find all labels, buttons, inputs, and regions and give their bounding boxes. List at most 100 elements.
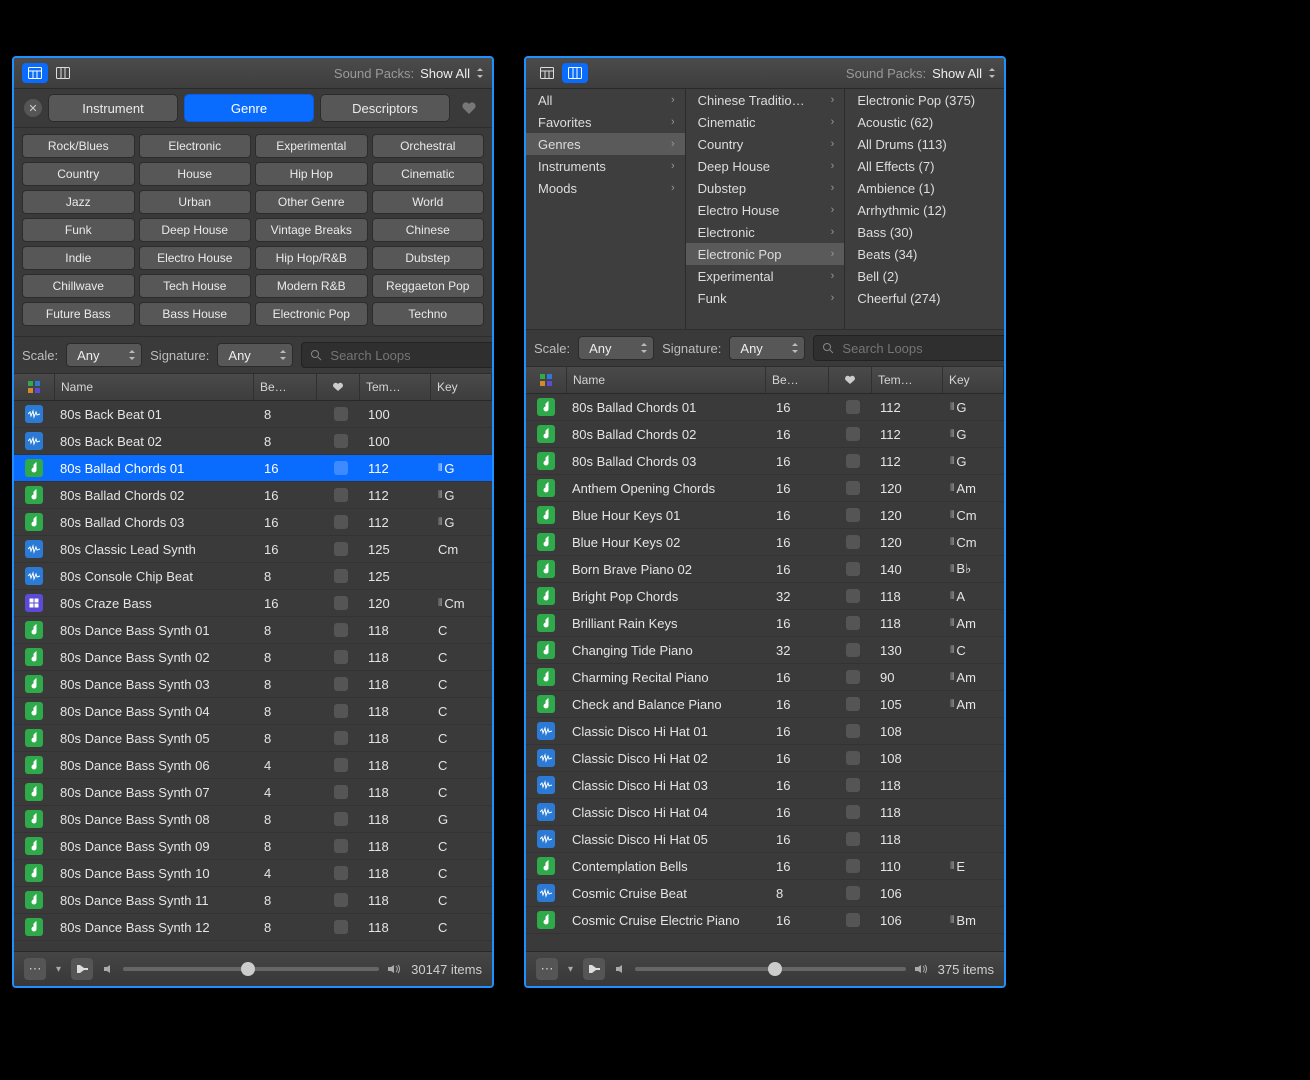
- column-item[interactable]: Acoustic (62): [845, 111, 1004, 133]
- column-item[interactable]: All›: [526, 89, 685, 111]
- col-fav[interactable]: [829, 367, 872, 393]
- favorite-checkbox[interactable]: [334, 758, 348, 772]
- loop-actions-menu[interactable]: ⋯: [24, 958, 46, 980]
- loop-row[interactable]: 80s Dance Bass Synth 074118C: [14, 779, 492, 806]
- favorite-checkbox[interactable]: [334, 920, 348, 934]
- column-item[interactable]: Funk›: [686, 287, 845, 309]
- column-item[interactable]: Electro House›: [686, 199, 845, 221]
- column-item[interactable]: Deep House›: [686, 155, 845, 177]
- favorite-checkbox[interactable]: [846, 670, 860, 684]
- column-item[interactable]: All Effects (7): [845, 155, 1004, 177]
- keyword-button[interactable]: Dubstep: [372, 246, 485, 270]
- col-tempo[interactable]: Tem…: [872, 367, 943, 393]
- preview-play-button[interactable]: [71, 958, 93, 980]
- search-field[interactable]: [813, 335, 1006, 361]
- favorite-checkbox[interactable]: [334, 434, 348, 448]
- column-item[interactable]: Electronic Pop›: [686, 243, 845, 265]
- category-column[interactable]: All›Favorites›Genres›Instruments›Moods›: [526, 89, 686, 329]
- keyword-button[interactable]: Future Bass: [22, 302, 135, 326]
- favorite-checkbox[interactable]: [334, 785, 348, 799]
- column-item[interactable]: Favorites›: [526, 111, 685, 133]
- search-input[interactable]: [840, 340, 1006, 357]
- keyword-button[interactable]: Modern R&B: [255, 274, 368, 298]
- loop-row[interactable]: 80s Dance Bass Synth 048118C: [14, 698, 492, 725]
- favorite-checkbox[interactable]: [846, 724, 860, 738]
- button-view-toggle[interactable]: [22, 63, 48, 83]
- keyword-button[interactable]: Other Genre: [255, 190, 368, 214]
- favorite-checkbox[interactable]: [334, 623, 348, 637]
- signature-dropdown[interactable]: Any: [729, 336, 805, 360]
- volume-knob[interactable]: [768, 962, 782, 976]
- favorite-checkbox[interactable]: [846, 778, 860, 792]
- keyword-button[interactable]: Chillwave: [22, 274, 135, 298]
- column-item[interactable]: Electronic›: [686, 221, 845, 243]
- loop-row[interactable]: Classic Disco Hi Hat 0416118: [526, 799, 1004, 826]
- loop-row[interactable]: Classic Disco Hi Hat 0216108: [526, 745, 1004, 772]
- loop-row[interactable]: 80s Dance Bass Synth 038118C: [14, 671, 492, 698]
- favorite-checkbox[interactable]: [334, 407, 348, 421]
- column-item[interactable]: Electronic Pop (375): [845, 89, 1004, 111]
- column-item[interactable]: Dubstep›: [686, 177, 845, 199]
- results-list[interactable]: 80s Back Beat 01810080s Back Beat 028100…: [14, 401, 492, 951]
- loop-row[interactable]: Cosmic Cruise Beat8106: [526, 880, 1004, 907]
- column-item[interactable]: Bass (30): [845, 221, 1004, 243]
- loop-row[interactable]: Classic Disco Hi Hat 0316118: [526, 772, 1004, 799]
- loop-row[interactable]: Charming Recital Piano1690⦀Am: [526, 664, 1004, 691]
- keyword-button[interactable]: Tech House: [139, 274, 252, 298]
- loop-row[interactable]: 80s Ballad Chords 0216112⦀G: [14, 482, 492, 509]
- keyword-button[interactable]: Techno: [372, 302, 485, 326]
- favorite-checkbox[interactable]: [846, 832, 860, 846]
- search-field[interactable]: [301, 342, 494, 368]
- column-item[interactable]: Bell (2): [845, 265, 1004, 287]
- col-name[interactable]: Name: [567, 367, 766, 393]
- keyword-button[interactable]: Electronic Pop: [255, 302, 368, 326]
- loop-row[interactable]: 80s Dance Bass Synth 104118C: [14, 860, 492, 887]
- favorite-checkbox[interactable]: [334, 488, 348, 502]
- loop-row[interactable]: 80s Dance Bass Synth 058118C: [14, 725, 492, 752]
- favorite-checkbox[interactable]: [846, 589, 860, 603]
- favorite-checkbox[interactable]: [334, 866, 348, 880]
- tab-descriptors[interactable]: Descriptors: [320, 94, 450, 122]
- loop-row[interactable]: 80s Dance Bass Synth 064118C: [14, 752, 492, 779]
- favorite-checkbox[interactable]: [846, 427, 860, 441]
- loop-row[interactable]: Blue Hour Keys 0116120⦀Cm: [526, 502, 1004, 529]
- favorite-checkbox[interactable]: [334, 812, 348, 826]
- keyword-button[interactable]: Indie: [22, 246, 135, 270]
- loop-row[interactable]: Bright Pop Chords32118⦀A: [526, 583, 1004, 610]
- favorite-checkbox[interactable]: [334, 461, 348, 475]
- keyword-button[interactable]: World: [372, 190, 485, 214]
- subcategory-column[interactable]: Chinese Traditio…›Cinematic›Country›Deep…: [686, 89, 846, 329]
- favorite-checkbox[interactable]: [334, 893, 348, 907]
- favorite-checkbox[interactable]: [334, 542, 348, 556]
- favorite-checkbox[interactable]: [334, 596, 348, 610]
- column-item[interactable]: Moods›: [526, 177, 685, 199]
- favorites-filter[interactable]: [456, 95, 482, 121]
- col-name[interactable]: Name: [55, 374, 254, 400]
- loop-row[interactable]: 80s Ballad Chords 0116112⦀G: [526, 394, 1004, 421]
- loop-row[interactable]: Blue Hour Keys 0216120⦀Cm: [526, 529, 1004, 556]
- keyword-button[interactable]: Experimental: [255, 134, 368, 158]
- keyword-button[interactable]: Hip Hop: [255, 162, 368, 186]
- favorite-checkbox[interactable]: [846, 562, 860, 576]
- loop-row[interactable]: Contemplation Bells16110⦀E: [526, 853, 1004, 880]
- search-input[interactable]: [328, 347, 494, 364]
- loop-row[interactable]: Brilliant Rain Keys16118⦀Am: [526, 610, 1004, 637]
- keyword-button[interactable]: House: [139, 162, 252, 186]
- loop-row[interactable]: 80s Classic Lead Synth16125Cm: [14, 536, 492, 563]
- column-item[interactable]: Arrhythmic (12): [845, 199, 1004, 221]
- loop-row[interactable]: 80s Craze Bass16120⦀Cm: [14, 590, 492, 617]
- column-item[interactable]: Cheerful (274): [845, 287, 1004, 309]
- column-item[interactable]: Ambience (1): [845, 177, 1004, 199]
- keyword-button[interactable]: Bass House: [139, 302, 252, 326]
- loop-row[interactable]: Changing Tide Piano32130⦀C: [526, 637, 1004, 664]
- favorite-checkbox[interactable]: [846, 400, 860, 414]
- loop-row[interactable]: 80s Ballad Chords 0216112⦀G: [526, 421, 1004, 448]
- favorite-checkbox[interactable]: [846, 535, 860, 549]
- loop-row[interactable]: 80s Dance Bass Synth 028118C: [14, 644, 492, 671]
- preview-play-button[interactable]: [583, 958, 605, 980]
- col-tempo[interactable]: Tem…: [360, 374, 431, 400]
- column-item[interactable]: Chinese Traditio…›: [686, 89, 845, 111]
- favorite-checkbox[interactable]: [846, 643, 860, 657]
- favorite-checkbox[interactable]: [846, 913, 860, 927]
- keyword-button[interactable]: Vintage Breaks: [255, 218, 368, 242]
